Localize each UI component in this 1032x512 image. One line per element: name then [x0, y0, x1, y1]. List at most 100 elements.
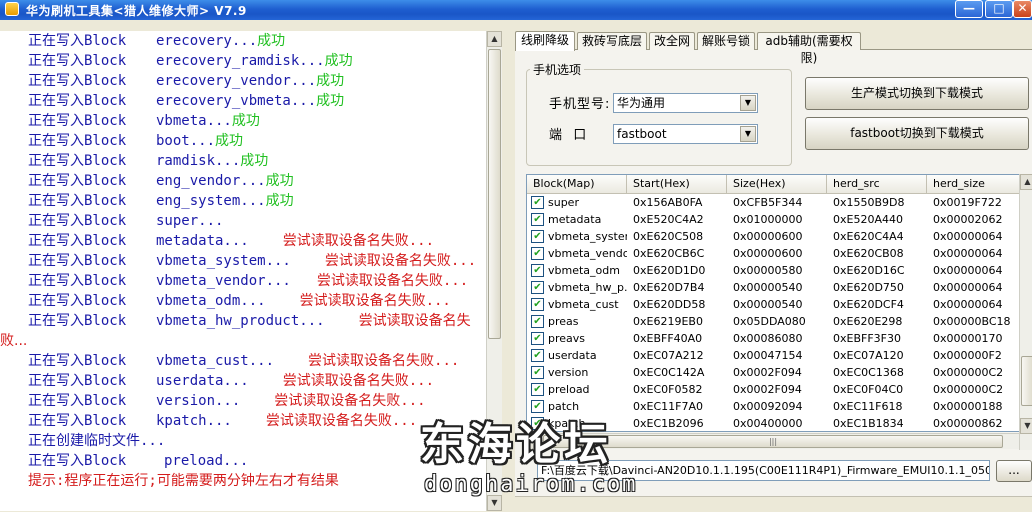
log-prefix: 正在写入Block [28, 353, 127, 369]
log-block-name: vbmeta_system... [156, 253, 291, 269]
phone-model-value: 华为通用 [617, 96, 666, 110]
table-row[interactable]: ✔ preavs 0xEBFF40A0 0x00086080 0xEBFF3F30 0x0… [527, 330, 1019, 347]
tab-network[interactable]: 改全网 [649, 32, 695, 50]
table-row[interactable]: ✔ userdata 0xEC07A212 0x00047154 0xEC07A120 0… [527, 347, 1019, 364]
log-block-name: vbmeta... [156, 113, 232, 129]
port-select[interactable]: fastboot ▼ [613, 124, 758, 144]
status-strip [515, 496, 1032, 512]
table-row[interactable]: ✔ metadata 0xE520C4A2 0x01000000 0xE520A440 0… [527, 211, 1019, 228]
phone-model-select[interactable]: 华为通用 ▼ [613, 93, 758, 113]
table-row[interactable]: ✔ vbmeta_hw_p... 0xE620D7B4 0x00000540 0xE62… [527, 279, 1019, 296]
table-cell: 0x000000C2 [933, 366, 1004, 379]
table-scroll-thumb[interactable] [1021, 356, 1032, 406]
table-row[interactable]: ✔ patch 0xEC11F7A0 0x00092094 0xEC11F618 0x00… [527, 398, 1019, 415]
log-success: 成功 [316, 93, 345, 109]
log-block-name: vbmeta_vendor... [156, 273, 291, 289]
column-header[interactable]: herd_src [827, 175, 927, 193]
table-cell: preas [548, 315, 579, 328]
log-line: 正在写入Block ramdisk...成功 [28, 151, 268, 171]
maximize-button[interactable]: □ [985, 0, 1013, 18]
table-cell: 0xE620DCF4 [833, 298, 904, 311]
log-block-name: version... [156, 393, 241, 409]
tab-adb-helper[interactable]: adb辅助(需要权限) [757, 32, 861, 65]
log-prefix: 正在写入Block [28, 373, 127, 389]
column-header[interactable]: Start(Hex) [627, 175, 727, 193]
log-success: 成功 [257, 33, 286, 49]
table-cell: 0x000000F2 [933, 349, 1002, 362]
phone-options-group [526, 69, 792, 166]
column-header[interactable]: herd_size [927, 175, 1019, 193]
table-cell: 0x01000000 [733, 213, 803, 226]
watermark-url: donghairom.com [424, 472, 638, 497]
table-cell: 0xEBFF3F30 [833, 332, 901, 345]
table-cell: metadata [548, 213, 602, 226]
log-scroll-thumb[interactable] [488, 49, 501, 339]
log-block-name: erecovery... [156, 33, 258, 49]
table-cell: 0x00000BC18 [933, 315, 1011, 328]
table-cell: userdata [548, 349, 597, 362]
scroll-up-icon[interactable]: ▲ [1020, 174, 1032, 190]
log-success: 成功 [215, 133, 244, 149]
log-block-name: metadata... [156, 233, 249, 249]
table-cell: 0xE620D750 [833, 281, 904, 294]
table-cell: 0x1550B9D8 [833, 196, 905, 209]
tab-flash-downgrade[interactable]: 线刷降级 [515, 31, 575, 51]
factory-to-download-button[interactable]: 生产模式切换到下载模式 [805, 77, 1029, 110]
table-row[interactable]: ✔ vbmeta_system 0xE620C508 0x00000600 0xE620… [527, 228, 1019, 245]
log-prefix: 正在写入Block [28, 233, 127, 249]
log-error: 尝试读取设备名失败... [308, 353, 460, 369]
scroll-up-icon[interactable]: ▲ [487, 31, 502, 47]
table-cell: 0xEC0C142A [633, 366, 705, 379]
table-cell: 0x05DDA080 [733, 315, 806, 328]
log-success: 成功 [231, 113, 260, 129]
table-cell: version [548, 366, 589, 379]
log-prefix: 正在写入Block [28, 33, 127, 49]
table-scrollbar[interactable]: ▲ ▼ [1019, 174, 1032, 450]
log-success: 成功 [240, 153, 269, 169]
table-cell: 0xEC07A212 [633, 349, 704, 362]
table-cell: preload [548, 383, 590, 396]
table-row[interactable]: ✔ vbmeta_cust 0xE620DD58 0x00000540 0xE620DC… [527, 296, 1019, 313]
table-cell: preavs [548, 332, 586, 345]
table-cell: 0xEBFF40A0 [633, 332, 703, 345]
log-error: 尝试读取设备名失败... [274, 393, 426, 409]
column-header[interactable]: Block(Map) [527, 175, 627, 193]
table-cell: 0xEC0F04C0 [833, 383, 904, 396]
log-line: 正在写入Block erecovery_vendor...成功 [28, 71, 344, 91]
log-line: 正在写入Block boot...成功 [28, 131, 243, 151]
window-title: 华为刷机工具集<猎人维修大师> V7.9 [26, 4, 247, 18]
table-hscroll-thumb[interactable]: ||| [543, 435, 1003, 448]
table-cell: vbmeta_cust [548, 298, 619, 311]
log-line: 正在写入Block vbmeta_odm... 尝试读取设备名失败... [28, 291, 451, 311]
log-error: 尝试读取设备名失 [358, 313, 471, 329]
table-row[interactable]: ✔ super 0x156AB0FA 0xCFB5F344 0x1550B9D8 0x00… [527, 194, 1019, 211]
log-hint: 提示:程序正在运行;可能需要两分钟左右才有结果 [28, 473, 339, 489]
table-cell: 0xE620E298 [833, 315, 903, 328]
table-row[interactable]: ✔ preas 0xE6219EB0 0x05DDA080 0xE620E298 0x00… [527, 313, 1019, 330]
column-header[interactable]: Size(Hex) [727, 175, 827, 193]
table-cell: 0x00086080 [733, 332, 803, 345]
browse-button[interactable]: ... [996, 460, 1032, 482]
chevron-down-icon[interactable]: ▼ [740, 126, 756, 142]
minimize-button[interactable]: — [955, 0, 983, 18]
table-cell: super [548, 196, 579, 209]
log-error: 尝试读取设备名失败... [299, 293, 451, 309]
table-cell: vbmeta_hw_p... [548, 281, 627, 294]
tab-account-unlock[interactable]: 解账号锁 [697, 32, 755, 50]
log-prefix: 正在写入Block [28, 453, 127, 469]
table-cell: 0xEC11F618 [833, 400, 903, 413]
table-cell: 0x00000600 [733, 247, 803, 260]
fastboot-to-download-button[interactable]: fastboot切换到下载模式 [805, 117, 1029, 150]
tab-unbrick[interactable]: 救砖写底层 [577, 32, 647, 50]
log-success: 成功 [324, 53, 353, 69]
close-button[interactable]: ✕ [1013, 0, 1032, 18]
table-row[interactable]: ✔ preload 0xEC0F0582 0x0002F094 0xEC0F04C0 0x… [527, 381, 1019, 398]
log-line: 正在写入Block erecovery_ramdisk...成功 [28, 51, 353, 71]
table-row[interactable]: ✔ version 0xEC0C142A 0x0002F094 0xEC0C1368 0x… [527, 364, 1019, 381]
chevron-down-icon[interactable]: ▼ [740, 95, 756, 111]
scroll-down-icon[interactable]: ▼ [1020, 418, 1032, 434]
table-row[interactable]: ✔ vbmeta_odm 0xE620D1D0 0x00000580 0xE620D16… [527, 262, 1019, 279]
table-row[interactable]: ✔ vbmeta_vendor 0xE620CB6C 0x00000600 0xE620… [527, 245, 1019, 262]
table-cell: 0x00002062 [933, 213, 1003, 226]
table-cell: 0xE620D7B4 [633, 281, 705, 294]
